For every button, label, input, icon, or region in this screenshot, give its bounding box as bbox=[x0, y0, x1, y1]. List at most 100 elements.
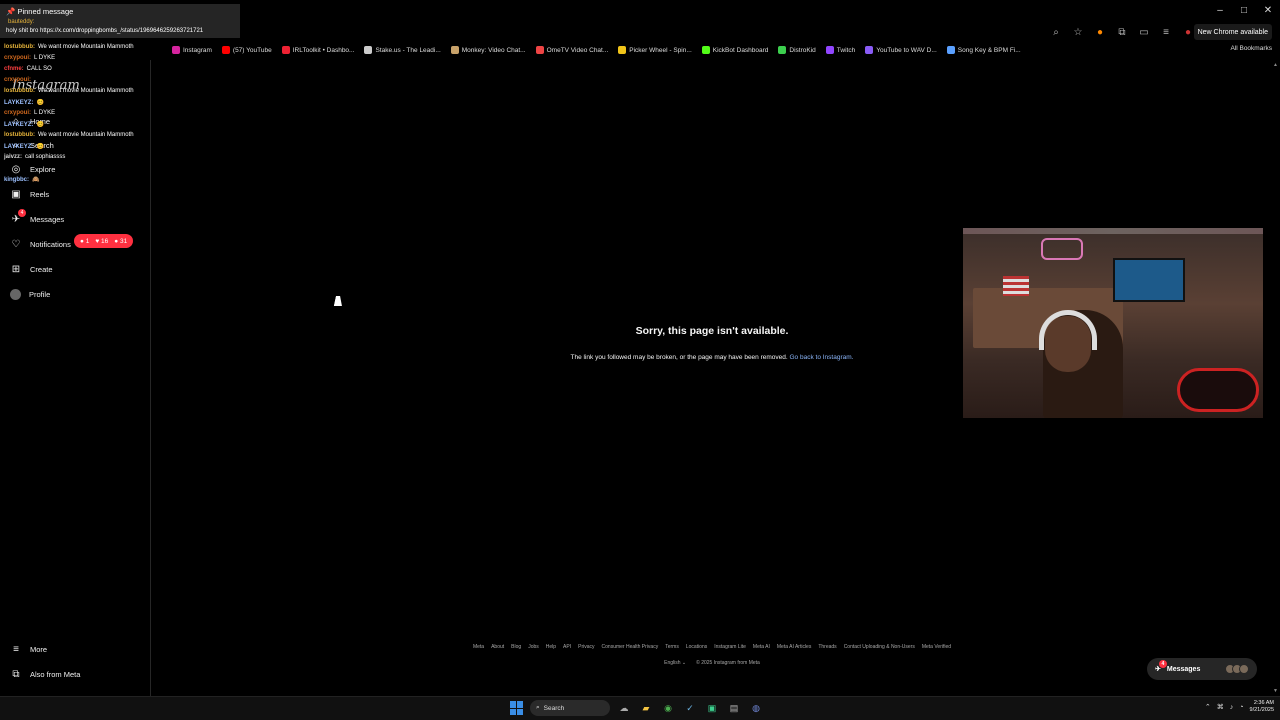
follow-count: ● 31 bbox=[114, 237, 128, 245]
footer-link[interactable]: Instagram Lite bbox=[714, 644, 746, 650]
bookmark-label: Monkey: Video Chat... bbox=[461, 46, 526, 54]
chat-message: crxypoui: bbox=[4, 77, 34, 83]
chat-text: 🙈 bbox=[32, 177, 40, 183]
bell-icon[interactable]: ◔ bbox=[1239, 704, 1243, 711]
all-bookmarks-button[interactable]: All Bookmarks bbox=[1230, 45, 1272, 52]
bookmark-item[interactable]: Song Key & BPM Fi... bbox=[946, 46, 1021, 54]
footer-link[interactable]: Terms bbox=[665, 644, 679, 650]
messages-floating-button[interactable]: ✈ 4 Messages bbox=[1147, 658, 1257, 680]
chrome-icon[interactable]: ◉ bbox=[660, 700, 676, 716]
bookmark-item[interactable]: Picker Wheel - Spin... bbox=[618, 46, 692, 54]
footer-link[interactable]: Help bbox=[546, 644, 556, 650]
scrollbar[interactable]: ▲ ▼ bbox=[1272, 60, 1280, 696]
obs-icon[interactable]: ▣ bbox=[704, 700, 720, 716]
close-window-button[interactable]: ✕ bbox=[1256, 0, 1280, 20]
file-explorer-icon[interactable]: ▰ bbox=[638, 700, 654, 716]
chat-message: lostubbub: We want movie Mountain Mammoth bbox=[4, 44, 134, 50]
chat-message: LAYKEYZ: 😊 bbox=[4, 143, 44, 150]
like-count: ♥ 16 bbox=[95, 237, 109, 245]
chat-username: LAYKEYZ: bbox=[4, 100, 34, 106]
bookmark-item[interactable]: DistroKid bbox=[778, 46, 816, 54]
footer-link[interactable]: Meta Verified bbox=[922, 644, 951, 650]
chat-username: kingbbc: bbox=[4, 177, 29, 183]
nav-reels-label: Reels bbox=[30, 189, 50, 199]
footer-link[interactable]: API bbox=[563, 644, 571, 650]
bookmark-item[interactable]: IRLToolkit • Dashbo... bbox=[281, 46, 354, 54]
bookmark-item[interactable]: KickBot Dashboard bbox=[701, 46, 769, 54]
extension-icon[interactable]: ● bbox=[1092, 24, 1108, 40]
bookmark-item[interactable]: Twitch bbox=[825, 46, 855, 54]
copilot-icon[interactable]: ☁ bbox=[616, 700, 632, 716]
footer-link[interactable]: About bbox=[491, 644, 504, 650]
footer-link[interactable]: Meta AI bbox=[753, 644, 770, 650]
meta-icon: ⧉ bbox=[12, 668, 20, 680]
nav-more[interactable]: ≡ More bbox=[10, 640, 47, 658]
messages-badge: 4 bbox=[18, 209, 26, 217]
new-chrome-available-button[interactable]: New Chrome available bbox=[1193, 24, 1272, 40]
cast-icon[interactable]: ▭ bbox=[1136, 24, 1152, 40]
star-icon[interactable]: ☆ bbox=[1070, 24, 1086, 40]
error-description: The link you followed may be broken, or … bbox=[570, 354, 788, 361]
media-icon[interactable]: ≡ bbox=[1158, 24, 1174, 40]
chat-username: lostubbub: bbox=[4, 132, 35, 138]
chat-message: jaivzz: call sophiassss bbox=[4, 154, 65, 160]
nav-also-from-meta[interactable]: ⧉ Also from Meta bbox=[10, 665, 80, 683]
footer-link[interactable]: Consumer Health Privacy bbox=[602, 644, 659, 650]
app-icon[interactable]: ▤ bbox=[726, 700, 742, 716]
chat-text: 😊 bbox=[36, 122, 44, 128]
chat-username: crxypoui: bbox=[4, 55, 32, 61]
nav-notifications[interactable]: ♡ Notifications bbox=[10, 235, 71, 253]
network-icon[interactable]: ⌘ bbox=[1217, 703, 1224, 711]
chat-username: jaivzz: bbox=[4, 154, 23, 160]
bookmark-favicon-icon bbox=[778, 46, 787, 54]
maximize-button[interactable]: □ bbox=[1232, 0, 1256, 20]
zoom-icon[interactable]: ⌕ bbox=[1048, 24, 1064, 40]
footer-link[interactable]: Threads bbox=[818, 644, 836, 650]
bookmark-item[interactable]: YouTube to WAV D... bbox=[865, 46, 937, 54]
clock[interactable]: 2:36 AM 9/21/2025 bbox=[1250, 700, 1274, 714]
notifications-summary-pill[interactable]: ● 1 ♥ 16 ● 31 bbox=[74, 234, 134, 248]
chat-text: 😊 bbox=[36, 144, 44, 150]
nav-create[interactable]: ⊞ Create bbox=[10, 260, 53, 278]
chat-username: cfnme: bbox=[4, 66, 24, 72]
footer-link[interactable]: Blog bbox=[511, 644, 521, 650]
steam-icon[interactable]: ✓ bbox=[682, 700, 698, 716]
nav-also-from-meta-label: Also from Meta bbox=[30, 669, 81, 679]
volume-icon[interactable]: ♪ bbox=[1230, 704, 1234, 711]
footer-link[interactable]: Meta bbox=[473, 644, 484, 650]
bookmark-favicon-icon bbox=[281, 46, 290, 54]
footer-link[interactable]: Contact Uploading & Non-Users bbox=[844, 644, 915, 650]
footer-link[interactable]: Privacy bbox=[578, 644, 594, 650]
bookmark-item[interactable]: OmeTV Video Chat... bbox=[535, 46, 608, 54]
footer-link[interactable]: Meta AI Articles bbox=[777, 644, 811, 650]
bookmark-favicon-icon bbox=[701, 46, 710, 54]
bookmark-favicon-icon bbox=[825, 46, 834, 54]
bookmark-label: KickBot Dashboard bbox=[712, 46, 769, 54]
nav-messages[interactable]: ✈ 4 Messages bbox=[10, 209, 64, 228]
nav-profile[interactable]: Profile bbox=[10, 285, 50, 303]
bookmark-favicon-icon bbox=[865, 46, 874, 54]
bookmark-item[interactable]: Monkey: Video Chat... bbox=[450, 46, 526, 54]
chevron-up-icon[interactable]: ⌃ bbox=[1205, 703, 1211, 711]
chat-text: We want movie Mountain Mammoth bbox=[38, 88, 134, 94]
bookmark-label: Picker Wheel - Spin... bbox=[629, 46, 692, 54]
windows-start-button[interactable] bbox=[510, 701, 524, 715]
webcam-overlay bbox=[963, 228, 1263, 418]
puzzle-icon[interactable]: ⧉ bbox=[1114, 24, 1130, 40]
copyright: © 2025 Instagram from Meta bbox=[696, 660, 760, 666]
nav-notifications-label: Notifications bbox=[30, 239, 71, 249]
go-back-link[interactable]: Go back to Instagram. bbox=[790, 354, 854, 361]
taskbar-search[interactable]: ⌕ Search bbox=[530, 700, 610, 716]
messages-bubble-label: Messages bbox=[1166, 665, 1201, 673]
footer-link[interactable]: Locations bbox=[686, 644, 707, 650]
language-select[interactable]: English ⌄ bbox=[664, 660, 686, 666]
messenger-icon: ✈ 4 bbox=[10, 209, 26, 225]
minimize-button[interactable]: – bbox=[1208, 0, 1232, 20]
discord-icon[interactable]: ◍ bbox=[748, 700, 764, 716]
bookmark-label: YouTube to WAV D... bbox=[876, 46, 937, 54]
bookmark-label: Song Key & BPM Fi... bbox=[957, 46, 1021, 54]
footer-link[interactable]: Jobs bbox=[528, 644, 539, 650]
pinned-message: 📌 Pinned message bauteddy: holy shit bro… bbox=[0, 4, 240, 38]
chat-username: lostubbub: bbox=[4, 88, 35, 94]
bookmark-item[interactable]: Stake.us - The Leadi... bbox=[364, 46, 441, 54]
